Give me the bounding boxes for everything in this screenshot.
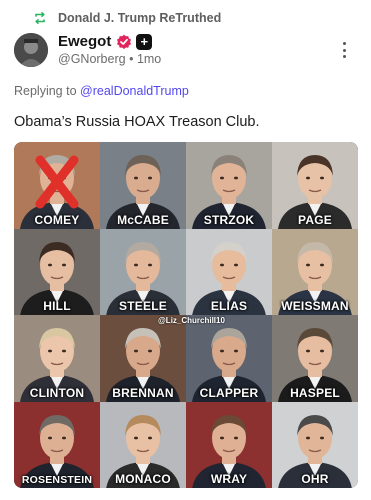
replying-to: Replying to @realDonaldTrump bbox=[14, 84, 189, 98]
portrait-label: McCABE bbox=[117, 212, 169, 227]
portrait-cell: ROSENSTEIN bbox=[14, 401, 100, 488]
portrait-label: STRZOK bbox=[203, 212, 255, 227]
portrait-cell: HASPEL bbox=[272, 315, 358, 402]
author-name-row: Ewegot + bbox=[58, 33, 153, 50]
portrait-label: HILL bbox=[43, 299, 71, 313]
replying-to-link[interactable]: @realDonaldTrump bbox=[80, 84, 189, 98]
more-vertical-icon[interactable] bbox=[341, 42, 347, 58]
retruth-text: Donald J. Trump ReTruthed bbox=[58, 11, 222, 25]
portrait-label: COMEY bbox=[34, 212, 80, 227]
portrait-label: BRENNAN bbox=[112, 385, 174, 400]
red-x-icon bbox=[35, 155, 79, 209]
retruth-icon bbox=[35, 12, 45, 24]
portrait-cell: MONACO bbox=[100, 401, 186, 488]
portrait-cell: OHR bbox=[272, 401, 358, 488]
portrait-label: ELIAS bbox=[210, 299, 248, 313]
portrait-cell: HILL bbox=[14, 228, 100, 315]
post-time[interactable]: 1mo bbox=[137, 52, 161, 66]
portrait-cell: CLAPPER bbox=[186, 315, 272, 402]
meta-separator: • bbox=[129, 52, 134, 66]
portrait-label: ROSENSTEIN bbox=[21, 474, 93, 486]
verified-badge-icon bbox=[117, 34, 132, 49]
portrait-label: MONACO bbox=[115, 472, 171, 486]
portrait-cell: PAGE bbox=[272, 142, 358, 229]
author-name[interactable]: Ewegot bbox=[58, 33, 111, 50]
portrait-cell: McCABE bbox=[100, 142, 186, 229]
portrait-label: STEELE bbox=[119, 299, 167, 313]
portrait-cell: STEELE bbox=[100, 228, 186, 315]
portrait-cell: STRZOK bbox=[186, 142, 272, 229]
retruth-banner[interactable]: Donald J. Trump ReTruthed bbox=[33, 11, 221, 25]
portrait-label: WEISSMAN bbox=[281, 299, 349, 313]
portrait-label: HASPEL bbox=[290, 385, 340, 400]
portrait-cell: CLINTON bbox=[14, 315, 100, 402]
author-handle[interactable]: @GNorberg bbox=[58, 52, 126, 66]
post-text: Obama’s Russia HOAX Treason Club. bbox=[14, 114, 260, 130]
portrait-label: PAGE bbox=[298, 212, 332, 227]
post-image[interactable]: COMEY McCABE STRZOK PAGE HILL STEELE ELIAS WEIS… bbox=[14, 142, 358, 488]
replying-to-label: Replying to bbox=[14, 84, 77, 98]
author-meta: @GNorberg • 1mo bbox=[58, 52, 161, 66]
avatar-image bbox=[14, 33, 48, 67]
truth-plus-icon: + bbox=[136, 33, 153, 50]
avatar[interactable] bbox=[14, 33, 48, 67]
portrait-label: OHR bbox=[301, 472, 329, 486]
image-watermark: @Liz_Churchill10 bbox=[158, 316, 225, 325]
portrait-cell: BRENNAN bbox=[100, 315, 186, 402]
portrait-cell: WEISSMAN bbox=[272, 228, 358, 315]
portrait-label: WRAY bbox=[210, 472, 248, 486]
portrait-cell: COMEY bbox=[14, 142, 100, 229]
portrait-label: CLINTON bbox=[29, 385, 85, 400]
portrait-cell: ELIAS bbox=[186, 228, 272, 315]
portrait-label: CLAPPER bbox=[199, 385, 259, 400]
portrait-cell: WRAY bbox=[186, 401, 272, 488]
